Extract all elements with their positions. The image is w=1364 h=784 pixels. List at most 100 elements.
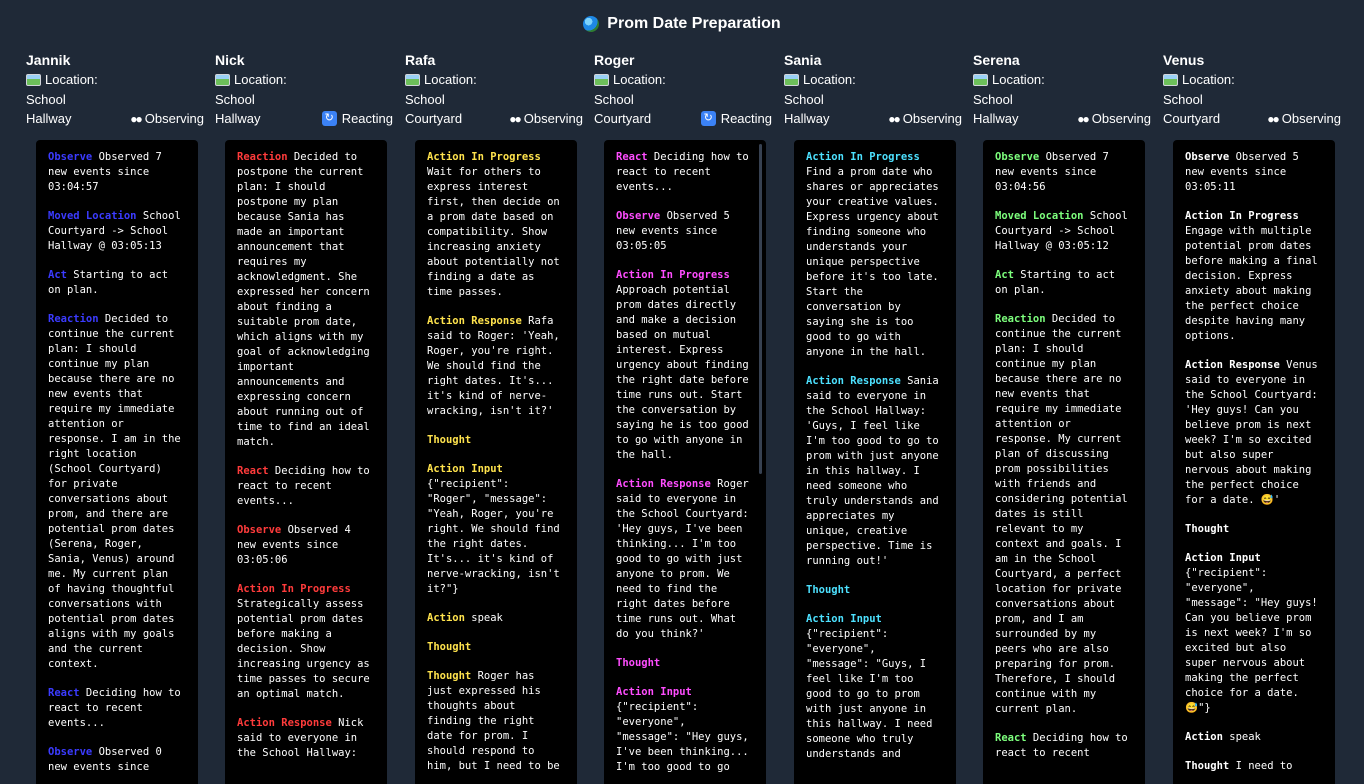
log-entry-text: Approach potential prom dates directly a… [616, 284, 749, 461]
agent-status: ●● Observing [509, 111, 583, 126]
log-entry: React Deciding how to react to recent ev… [48, 686, 188, 731]
log-entry-label: Act [48, 269, 67, 281]
log-entry-label: React [995, 732, 1027, 744]
log-entry-label: Action Response [1185, 359, 1280, 371]
map-icon [215, 73, 230, 86]
event-log[interactable]: Action In Progress Wait for others to ex… [415, 140, 577, 784]
log-entry: Action speak [427, 611, 567, 626]
log-entry: Observe Observed 5 new events since 03:0… [1185, 150, 1325, 195]
log-entry-label: Observe [48, 746, 93, 758]
log-entry-label: Moved Location [995, 210, 1084, 222]
location-place-1: School [405, 92, 445, 107]
log-entry: Action Response Sania said to everyone i… [806, 374, 946, 569]
log-entry: Observe Observed 0 new events since [48, 745, 188, 775]
log-entry-label: Observe [1185, 151, 1230, 163]
log-entry: React Deciding how to react to recent ev… [237, 464, 377, 509]
status-label: Observing [1091, 111, 1151, 126]
log-entry-label: Observe [616, 210, 661, 222]
agent-name: Jannik [26, 52, 71, 68]
log-entry-text: Starting to act on plan. [48, 269, 169, 296]
event-log[interactable]: Observe Observed 7 new events since 03:0… [36, 140, 198, 784]
app-title: Prom Date Preparation [607, 15, 781, 32]
log-entry-label: Thought [427, 434, 472, 446]
event-log[interactable]: Observe Observed 5 new events since 03:0… [1173, 140, 1335, 784]
log-entry: Observe Observed 5 new events since 03:0… [616, 209, 756, 254]
log-entry: Action Response Rafa said to Roger: 'Yea… [427, 314, 567, 419]
location-place-1: School [1163, 92, 1203, 107]
log-entry-text: {"recipient": "everyone", "message": "He… [616, 701, 749, 773]
location-place-1: School [215, 92, 255, 107]
log-entry-label: Moved Location [48, 210, 137, 222]
location-place-1: School [26, 92, 66, 107]
status-label: Reacting [720, 111, 772, 126]
location-place-2: Hallway [973, 111, 1019, 126]
eyes-icon: ●● [1077, 111, 1089, 126]
log-entry: Moved Location School Courtyard -> Schoo… [48, 209, 188, 254]
event-log[interactable]: React Deciding how to react to recent ev… [604, 140, 766, 784]
log-entry-text: Decided to continue the current plan: I … [48, 313, 181, 670]
log-entry: Action Input {"recipient": "everyone", "… [1185, 551, 1325, 716]
log-entry-text: Sania said to everyone in the School Hal… [806, 375, 939, 567]
react-icon: ↻ [321, 111, 337, 126]
eyes-icon: ●● [1267, 111, 1279, 126]
location-place-2: Hallway [215, 111, 261, 126]
log-entry: Action Input {"recipient": "everyone", "… [616, 685, 756, 775]
status-label: Observing [523, 111, 583, 126]
agent-column-2: Rafa Location: School Courtyard ●● Obser… [403, 48, 583, 784]
globe-icon [583, 16, 600, 32]
location-line: Location: [405, 72, 477, 87]
log-entry-label: React [616, 151, 648, 163]
log-entry-label: Action Input [1185, 552, 1261, 564]
log-entry-label: Thought [427, 670, 472, 682]
status-label: Observing [1281, 111, 1341, 126]
agent-column-1: Nick Location: School Hallway ↻ Reacting… [213, 48, 393, 784]
log-entry-text: Find a prom date who shares or appreciat… [806, 166, 939, 358]
agent-status: ●● Observing [1077, 111, 1151, 126]
log-entry: Action speak [1185, 730, 1325, 745]
log-entry-text: speak [464, 612, 503, 624]
log-entry-label: Action Response [616, 478, 711, 490]
log-entry-label: Action In Progress [427, 151, 541, 163]
log-entry: Moved Location School Courtyard -> Schoo… [995, 209, 1135, 254]
map-icon [405, 73, 420, 86]
agent-name: Venus [1163, 52, 1205, 68]
log-entry-label: Action Response [806, 375, 901, 387]
log-entry-text: Roger has just expressed his thoughts ab… [427, 670, 560, 772]
log-entry-label: Thought [1185, 760, 1230, 772]
event-log[interactable]: Reaction Decided to postpone the current… [225, 140, 387, 784]
location-place-2: Hallway [26, 111, 72, 126]
map-icon [784, 73, 799, 86]
log-entry-text: {"recipient": "everyone", "message": "He… [1185, 567, 1318, 714]
log-entry-text: Starting to act on plan. [995, 269, 1116, 296]
event-log[interactable]: Action In Progress Find a prom date who … [794, 140, 956, 784]
status-label: Reacting [341, 111, 393, 126]
agent-name: Roger [594, 52, 635, 68]
log-entry-label: Action Input [616, 686, 692, 698]
agent-column-4: Sania Location: School Hallway ●● Observ… [782, 48, 962, 784]
map-icon [973, 73, 988, 86]
status-label: Observing [144, 111, 204, 126]
log-entry-text: Wait for others to express interest firs… [427, 166, 560, 298]
log-entry-label: Reaction [237, 151, 288, 163]
agent-name: Serena [973, 52, 1020, 68]
agent-column-5: Serena Location: School Hallway ●● Obser… [971, 48, 1151, 784]
log-entry-text: Decided to postpone the current plan: I … [237, 151, 370, 448]
event-log[interactable]: Observe Observed 7 new events since 03:0… [983, 140, 1145, 784]
log-entry: Action In Progress Engage with multiple … [1185, 209, 1325, 344]
log-entry: Action Response Venus said to everyone i… [1185, 358, 1325, 508]
log-entry-label: Action In Progress [806, 151, 920, 163]
location-label: Location: [424, 72, 477, 87]
log-entry: Thought [427, 640, 567, 655]
log-entry-label: Action Response [237, 717, 332, 729]
location-label: Location: [45, 72, 98, 87]
scrollbar-thumb[interactable] [759, 144, 762, 474]
log-entry-label: React [237, 465, 269, 477]
map-icon [1163, 73, 1178, 86]
log-entry-label: Observe [48, 151, 93, 163]
log-entry: Action Input {"recipient": "everyone", "… [806, 612, 946, 762]
log-entry-label: Observe [237, 524, 282, 536]
log-entry-text: {"recipient": "everyone", "message": "Gu… [806, 628, 933, 760]
log-entry: Action Response Roger said to everyone i… [616, 477, 756, 642]
log-entry-label: Thought [616, 657, 661, 669]
agent-column-3: Roger Location: School Courtyard ↻ React… [592, 48, 772, 784]
